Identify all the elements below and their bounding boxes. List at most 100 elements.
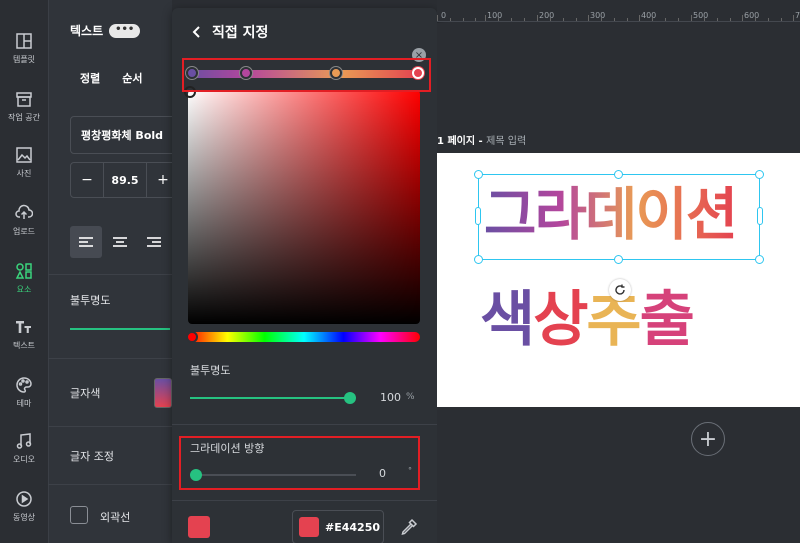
ruler-tick [463, 18, 464, 21]
font-size-input[interactable]: 89.5 [103, 163, 147, 197]
text-align-group [70, 226, 170, 258]
picker-header[interactable]: 직접 지정 [192, 22, 268, 42]
align-right-button[interactable] [138, 226, 170, 258]
rotate-handle[interactable] [609, 279, 631, 301]
tab-order[interactable]: 순서 [122, 70, 142, 86]
resize-handle[interactable] [474, 170, 483, 179]
sidebar-item-label: 테마 [16, 398, 32, 408]
ruler-tick [627, 18, 628, 21]
hex-input[interactable]: #E44250 [292, 510, 384, 543]
font-size-stepper: − 89.5 + [70, 162, 180, 198]
ruler-tick [781, 18, 782, 21]
page-number: 1 페이지 [437, 136, 476, 147]
ruler-tick [730, 18, 731, 21]
rotate-icon [615, 284, 625, 295]
color-extract-headline[interactable]: 색상추출 [480, 285, 695, 355]
ruler-tick [717, 18, 718, 21]
ruler-tick [678, 18, 679, 21]
photo-icon [16, 146, 32, 163]
picker-opacity-slider[interactable] [190, 397, 350, 399]
resize-handle[interactable] [475, 207, 481, 225]
ruler-tick [704, 18, 705, 21]
ruler-tick [652, 18, 653, 21]
sidebar-item-video[interactable]: 동영상 [0, 480, 48, 532]
divider [48, 358, 172, 359]
template-icon [16, 32, 32, 49]
headline-char: 상 [533, 285, 588, 355]
eyedropper-icon[interactable] [400, 518, 418, 536]
sidebar-item-templates[interactable]: 템플릿 [0, 22, 48, 74]
panel-title: 텍스트 [70, 24, 104, 38]
opacity-slider[interactable] [70, 328, 170, 330]
resize-handle[interactable] [614, 170, 623, 179]
sidebar-item-photo[interactable]: 사진 [0, 136, 48, 188]
page-title-input[interactable]: 제목 입력 [486, 136, 526, 147]
text-color-swatch[interactable] [154, 378, 172, 408]
ruler-tick [563, 18, 564, 21]
resize-handle[interactable] [755, 255, 764, 264]
align-right-icon [147, 237, 161, 247]
ruler-label: 400 [641, 11, 657, 20]
ruler-tick [475, 18, 476, 21]
align-left-button[interactable] [70, 226, 102, 258]
sidebar-item-elements[interactable]: 요소 [0, 252, 48, 304]
text-adjust-label: 글자 조정 [70, 450, 114, 463]
ruler-tick [691, 15, 692, 21]
ruler-tick [485, 15, 486, 21]
picker-opacity-knob[interactable] [344, 392, 356, 404]
text-panel-tabs: 정렬 순서 [80, 70, 143, 86]
ruler-label: 500 [693, 11, 709, 20]
resize-handle[interactable] [474, 255, 483, 264]
ruler-tick [511, 18, 512, 21]
page-separator: - [475, 136, 487, 147]
sidebar-item-upload[interactable]: 업로드 [0, 194, 48, 246]
ruler-label: 100 [487, 11, 503, 20]
sidebar-item-workspace[interactable]: 작업 공간 [0, 80, 48, 132]
ruler-tick [639, 15, 640, 21]
ruler-tick [437, 15, 438, 21]
workspace-icon [16, 91, 32, 107]
outline-checkbox[interactable] [70, 506, 88, 524]
ruler-tick [742, 15, 743, 21]
picker-opacity-label: 불투명도 [190, 364, 231, 377]
hex-value: #E44250 [325, 520, 380, 534]
tab-align[interactable]: 정렬 [80, 70, 100, 86]
add-page-button[interactable]: + [691, 422, 725, 456]
opacity-label: 불투명도 [70, 294, 111, 307]
saturation-value-picker[interactable] [184, 86, 420, 324]
hue-handle[interactable] [186, 331, 198, 343]
ruler-tick [614, 18, 615, 21]
sidebar-item-label: 요소 [16, 284, 32, 294]
align-center-button[interactable] [104, 226, 136, 258]
current-color-swatch[interactable] [188, 516, 210, 538]
picker-opacity-value[interactable]: 100 [380, 391, 401, 404]
sidebar-item-audio[interactable]: 오디오 [0, 422, 48, 474]
resize-handle[interactable] [755, 170, 764, 179]
sidebar-item-label: 텍스트 [12, 340, 36, 350]
top-ruler: 0 100 200 300 400 500 600 700 [437, 0, 800, 22]
sidebar-item-text[interactable]: 텍스트 [0, 308, 48, 360]
divider [172, 424, 437, 425]
ruler-tick [665, 18, 666, 21]
resize-handle[interactable] [757, 207, 763, 225]
ruler-tick [576, 18, 577, 21]
ruler-tick [768, 18, 769, 21]
more-options-button[interactable]: ••• [109, 23, 141, 38]
page-title[interactable]: 1 페이지 - 제목 입력 [437, 132, 526, 147]
selection-box [478, 174, 760, 260]
font-family-select[interactable]: 평창평화체 Bold [70, 116, 180, 154]
gradient-bar-highlight [182, 58, 431, 92]
align-left-icon [79, 237, 93, 247]
ruler-tick [537, 15, 538, 21]
ruler-tick [755, 18, 756, 21]
sidebar-item-theme[interactable]: 테마 [0, 366, 48, 418]
ruler-tick [450, 18, 451, 21]
decrease-size-button[interactable]: − [71, 163, 103, 197]
gradient-direction-highlight [179, 436, 420, 490]
chevron-left-icon [192, 26, 200, 38]
resize-handle[interactable] [614, 255, 623, 264]
hue-slider[interactable] [186, 331, 420, 343]
sidebar-item-label: 사진 [16, 168, 32, 178]
text-icon [16, 320, 31, 333]
upload-icon [15, 204, 33, 219]
